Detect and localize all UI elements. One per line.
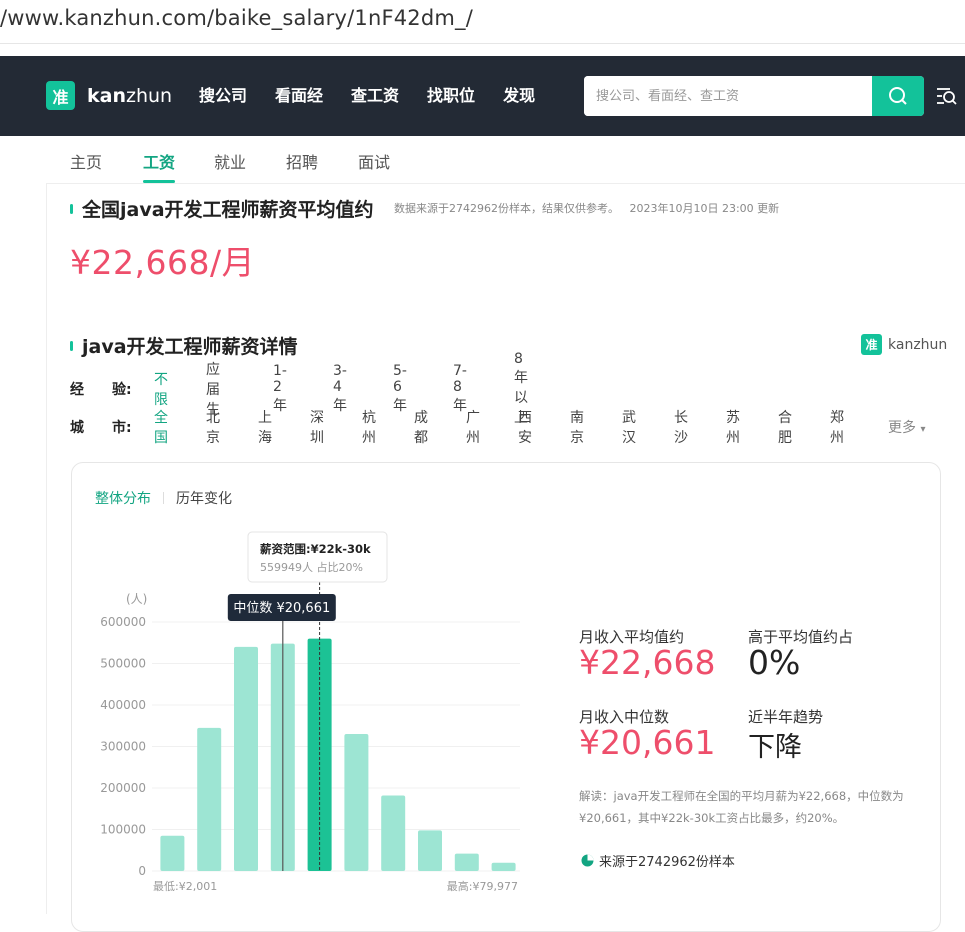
title-accent-bar [70, 203, 73, 214]
city-more-dropdown[interactable]: 更多 ▾ [888, 417, 925, 437]
sample-source-text: 来源于2742962份样本 [599, 855, 735, 870]
y-tick-label: 100000 [100, 823, 146, 837]
histogram-bar [454, 853, 479, 871]
trend-label: 近半年趋势 [748, 708, 824, 726]
detail-title-text: java开发工程师薪资详情 [82, 336, 298, 358]
distribution-subtabs: 整体分布 历年变化 [95, 488, 232, 508]
median-label-text: 中位数 ¥20,661 [233, 601, 330, 616]
y-axis-label: (人) [126, 592, 147, 606]
x-max-label: 最高:¥79,977 [447, 879, 518, 893]
top-navbar: 准 kanzhun 搜公司 看面经 查工资 找职位 发现 [0, 56, 965, 136]
avg-title-text: 全国java开发工程师薪资平均值约 [82, 199, 374, 221]
city-option-changsha[interactable]: 长沙 [674, 407, 688, 447]
y-tick-label: 500000 [100, 657, 146, 671]
city-option-shanghai[interactable]: 上海 [258, 407, 272, 447]
y-tick-label: 400000 [100, 698, 146, 712]
subtab-history[interactable]: 历年变化 [176, 488, 232, 508]
exp-option-3-4[interactable]: 3-4年 [333, 363, 347, 415]
tab-home[interactable]: 主页 [70, 149, 102, 173]
address-bar[interactable]: /www.kanzhun.com/baike_salary/1nF42dm_/ [0, 0, 965, 44]
kanzhun-logo-icon: 准 [861, 334, 882, 355]
city-option-nanjing[interactable]: 南京 [570, 407, 584, 447]
nav-link-discover[interactable]: 发现 [503, 82, 535, 106]
nav-link-jobs[interactable]: 找职位 [427, 82, 475, 106]
site-logo[interactable]: 准 kanzhun [46, 81, 172, 110]
search-button[interactable] [872, 76, 924, 116]
exp-option-5-6[interactable]: 5-6年 [393, 363, 407, 415]
median-value: ¥20,661 [579, 723, 716, 762]
histogram-bar [381, 795, 406, 871]
city-filter: 城 市: 全国 北京 上海 深圳 杭州 成都 广州 西安 南京 武汉 长沙 苏州… [70, 410, 925, 446]
tab-interview[interactable]: 面试 [358, 149, 390, 173]
histogram-bar [418, 830, 442, 871]
experience-filter: 经 验: 不限 应届生 1-2年 3-4年 5-6年 7-8年 8年以上 [70, 351, 528, 426]
chevron-down-icon: ▾ [920, 424, 926, 435]
city-option-chengdu[interactable]: 成都 [414, 407, 428, 447]
tab-salary[interactable]: 工资 [143, 149, 175, 173]
avg-section-title: 全国java开发工程师薪资平均值约 [70, 195, 374, 222]
histogram-bar [344, 734, 369, 871]
avg-value: ¥22,668 [579, 643, 716, 682]
tooltip-title: 薪资范围:¥22k-30k [260, 542, 371, 556]
search-input[interactable] [584, 76, 872, 116]
city-option-shenzhen[interactable]: 深圳 [310, 407, 324, 447]
tab-recruit[interactable]: 招聘 [286, 149, 318, 173]
content-border [46, 184, 47, 914]
y-tick-label: 300000 [100, 740, 146, 754]
subtab-overall[interactable]: 整体分布 [95, 488, 151, 508]
experience-label: 经 验: [70, 382, 132, 398]
city-option-wuhan[interactable]: 武汉 [622, 407, 636, 447]
y-tick-label: 600000 [100, 615, 146, 629]
histogram-bar [234, 646, 258, 871]
search-icon [889, 87, 907, 105]
tab-employment[interactable]: 就业 [214, 149, 246, 173]
nav-link-search-company[interactable]: 搜公司 [199, 82, 247, 106]
kanzhun-logo-text: kanzhun [888, 336, 948, 353]
x-min-label: 最低:¥2,001 [153, 880, 217, 893]
city-option-hefei[interactable]: 合肥 [778, 407, 792, 447]
histogram-bar [160, 835, 185, 871]
sample-source: 来源于2742962份样本 [581, 851, 735, 870]
kanzhun-watermark: 准 kanzhun [861, 334, 947, 355]
city-option-xian[interactable]: 西安 [518, 407, 532, 447]
city-option-suzhou[interactable]: 苏州 [726, 407, 740, 447]
browser-gap [0, 44, 965, 56]
logo-mark-icon: 准 [46, 81, 75, 110]
exp-option-any[interactable]: 不限 [154, 369, 168, 409]
exp-option-7-8[interactable]: 7-8年 [453, 363, 467, 415]
city-option-national[interactable]: 全国 [154, 407, 168, 447]
salary-explanation: 解读：java开发工程师在全国的平均月薪为¥22,668，中位数为¥20,661… [579, 789, 904, 825]
search-list-icon[interactable] [936, 86, 958, 106]
detail-section-title: java开发工程师薪资详情 [70, 332, 298, 359]
histogram-bar [197, 727, 222, 871]
logo-text: kanzhun [87, 84, 173, 107]
tooltip-box [247, 531, 388, 583]
nav-link-interviews[interactable]: 看面经 [275, 82, 323, 106]
avg-salary-value: ¥22,668/月 [70, 243, 256, 282]
search-box [584, 76, 924, 116]
main-nav: 搜公司 看面经 查工资 找职位 发现 [199, 82, 563, 106]
y-tick-label: 0 [138, 864, 146, 878]
city-option-guangzhou[interactable]: 广州 [466, 407, 480, 447]
city-option-beijing[interactable]: 北京 [206, 407, 220, 447]
y-tick-label: 200000 [100, 781, 146, 795]
salary-histogram: (人) 0 100000 200000 300000 400000 500000 600000… [100, 531, 520, 893]
tooltip-body: 559949人 占比20% [260, 560, 363, 574]
trend-value: 下降 [748, 732, 802, 763]
title-accent-bar [70, 340, 73, 351]
histogram-bar [491, 862, 516, 871]
tab-active-indicator [143, 180, 175, 183]
city-option-zhengzhou[interactable]: 郑州 [830, 407, 844, 447]
city-label: 城 市: [70, 420, 132, 436]
url-text[interactable]: /www.kanzhun.com/baike_salary/1nF42dm_/ [0, 6, 473, 30]
pie-chart-icon [581, 854, 594, 867]
data-source-meta: 数据来源于2742962份样本，结果仅供参考。 2023年10月10日 23:0… [394, 202, 780, 215]
nav-link-salary[interactable]: 查工资 [351, 82, 399, 106]
city-option-hangzhou[interactable]: 杭州 [362, 407, 376, 447]
exp-option-1-2[interactable]: 1-2年 [273, 363, 287, 415]
above-avg-value: 0% [748, 643, 801, 682]
subtab-divider [163, 492, 164, 504]
company-tabs: 主页 工资 就业 招聘 面试 [46, 136, 965, 184]
